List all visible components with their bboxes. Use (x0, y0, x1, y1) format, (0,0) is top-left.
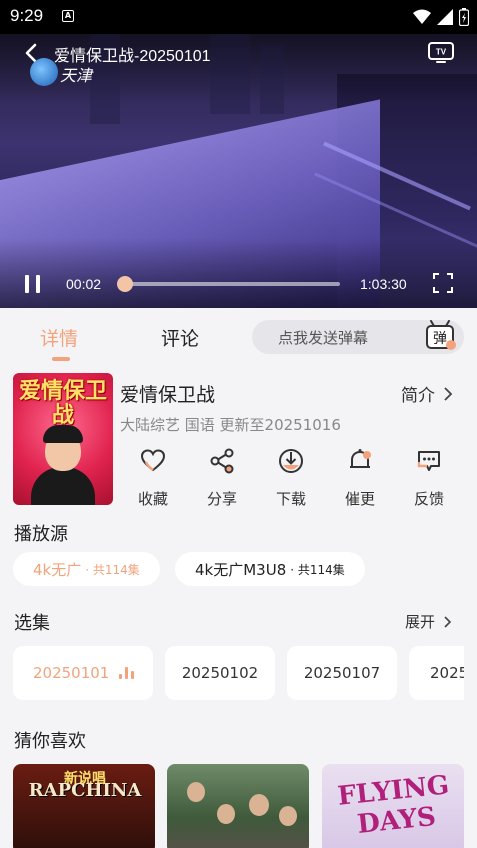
detail-tabs: 详情 评论 点我发送弹幕 弹 (0, 308, 477, 364)
current-time: 00:02 (66, 276, 102, 292)
favorite-button[interactable]: 收藏 (128, 448, 178, 509)
poster-title: 爱情保卫战 (19, 378, 108, 428)
episode-card[interactable]: 2025 (409, 646, 464, 700)
signal-icon (437, 9, 453, 25)
recommend-card[interactable]: FLYING DAYS (322, 764, 464, 848)
recommend-card-title: RAPCHINA (28, 780, 142, 801)
feedback-button[interactable]: 反馈 (404, 448, 454, 509)
show-title: 爱情保卫战 (120, 384, 216, 406)
status-time: 9:29 (10, 6, 44, 25)
danmu-icon-label: 弹 (433, 331, 447, 347)
battery-icon (459, 8, 469, 26)
source-pill[interactable]: 4k无广M3U8 · 共114集 (175, 552, 365, 586)
source-name: 4k无广 (33, 560, 82, 579)
expand-label: 展开 (405, 613, 436, 631)
share-label: 分享 (206, 490, 237, 508)
tab-comments[interactable]: 评论 (161, 324, 199, 351)
tab-details[interactable]: 详情 (40, 324, 78, 351)
episode-card[interactable]: 20250107 (287, 646, 397, 700)
system-icons (413, 8, 469, 26)
recommend-card-figure (249, 794, 269, 816)
player-bottom-gradient (0, 238, 477, 308)
video-player[interactable]: 爱情保卫战-20250101 天津 TV 00:02 1:03:30 (0, 34, 477, 308)
poster-figure (43, 425, 83, 443)
show-poster[interactable]: 爱情保卫战 (13, 373, 113, 505)
channel-logo-text: 天津 (60, 66, 93, 85)
playing-indicator-icon (119, 667, 135, 679)
danmu-toggle-button[interactable]: 弹 (424, 320, 458, 352)
download-icon (279, 449, 303, 473)
download-label: 下载 (275, 490, 306, 508)
episode-label: 20250101 (33, 664, 110, 682)
recommend-card-figure (279, 806, 297, 826)
pause-icon (25, 275, 29, 293)
recommend-card-title: FLYING DAYS (336, 770, 451, 840)
episodes-title: 选集 (14, 613, 50, 634)
expand-button[interactable]: 展开 (405, 611, 452, 632)
feedback-label: 反馈 (413, 490, 444, 508)
episode-card[interactable]: 20250101 (13, 646, 153, 700)
sources-title: 播放源 (14, 524, 68, 545)
share-button[interactable]: 分享 (197, 448, 247, 509)
intro-label: 简介 (401, 386, 435, 406)
source-count: · 共114集 (85, 562, 140, 577)
svg-text:TV: TV (436, 48, 447, 57)
recommend-title: 猜你喜欢 (14, 731, 86, 752)
feedback-icon (417, 451, 440, 471)
intro-button[interactable]: 简介 (401, 381, 453, 406)
share-icon (210, 448, 234, 474)
pause-button[interactable] (22, 273, 44, 295)
episode-label: 20250107 (303, 664, 381, 682)
poster-figure (31, 467, 95, 505)
urge-update-button[interactable]: 催更 (335, 448, 385, 509)
recommend-card-figure (187, 782, 205, 802)
fullscreen-icon (433, 273, 453, 293)
channel-logo: 天津 (30, 58, 96, 88)
pause-icon (36, 275, 40, 293)
episode-label: 2025 (430, 664, 464, 682)
danmu-placeholder: 点我发送弹幕 (278, 329, 369, 347)
tv-icon: TV (428, 42, 454, 63)
channel-logo-globe (30, 58, 58, 86)
source-pill[interactable]: 4k无广 · 共114集 (13, 552, 160, 586)
fullscreen-button[interactable] (432, 272, 454, 294)
tab-indicator (52, 357, 70, 361)
wifi-icon (413, 9, 431, 24)
status-bar: 9:29 A (0, 0, 477, 34)
chevron-right-icon (444, 386, 453, 401)
danmu-icon: 弹 (426, 320, 456, 350)
progress-knob[interactable] (116, 276, 133, 292)
episode-card[interactable]: 20250102 (165, 646, 275, 700)
bell-icon (350, 449, 371, 468)
download-button[interactable]: 下载 (266, 448, 316, 509)
notification-icon: A (62, 10, 74, 22)
progress-bar[interactable] (116, 276, 340, 292)
heart-icon (140, 449, 166, 472)
recommend-card[interactable]: 新说唱 RAPCHINA (13, 764, 155, 848)
recommend-card-figure (217, 804, 235, 824)
show-meta: 大陆综艺 国语 更新至20251016 (120, 416, 341, 434)
urge-update-label: 催更 (344, 490, 375, 508)
recommend-card[interactable] (167, 764, 309, 848)
source-name: 4k无广M3U8 (195, 560, 287, 579)
source-count: · 共114集 (290, 562, 345, 577)
chevron-right-icon (444, 615, 452, 628)
favorite-label: 收藏 (137, 490, 168, 508)
cast-tv-button[interactable]: TV (427, 40, 455, 64)
episode-label: 20250102 (181, 664, 259, 682)
total-time: 1:03:30 (360, 276, 407, 292)
